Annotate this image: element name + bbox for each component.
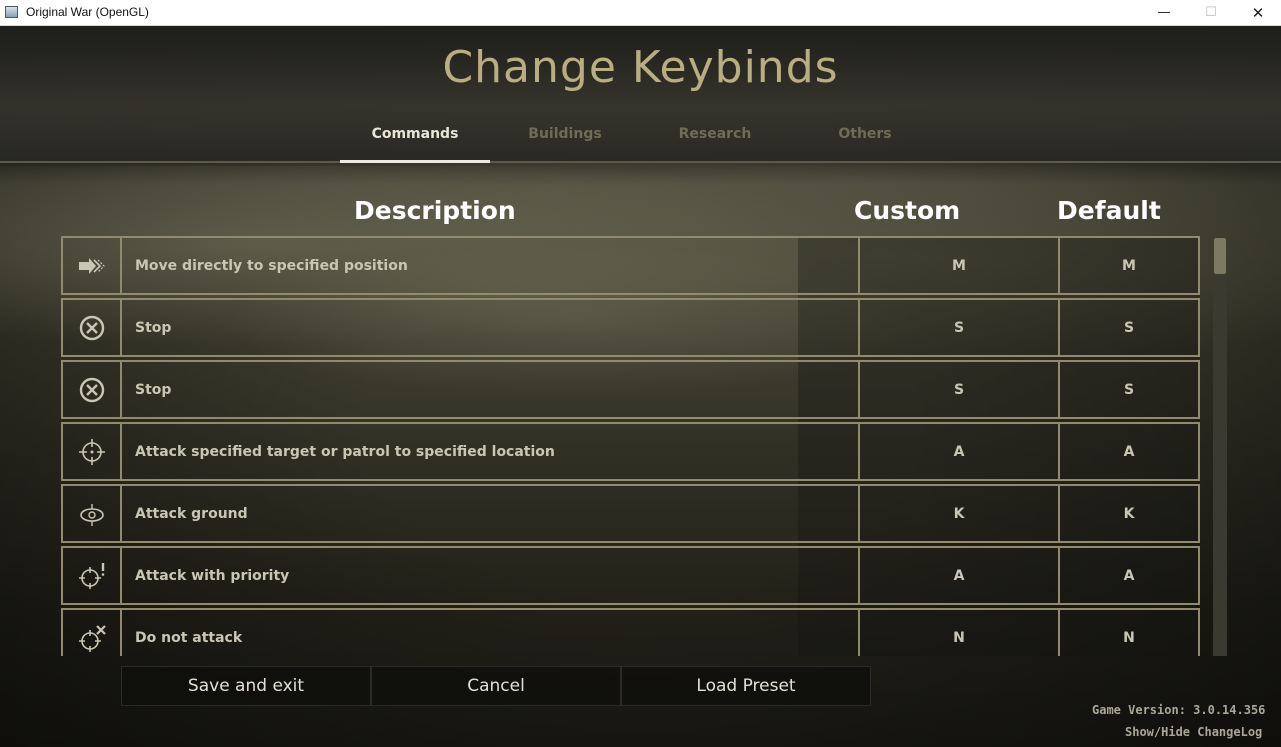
- table-row[interactable]: Attack with priority A A: [61, 546, 1200, 605]
- load-preset-button[interactable]: Load Preset: [621, 666, 871, 706]
- description-cell: Attack with priority: [120, 546, 860, 605]
- row-icon-cell: [61, 608, 122, 656]
- default-key-cell: S: [1058, 298, 1200, 357]
- custom-key: A: [953, 568, 965, 584]
- attack-priority-icon: [78, 562, 104, 589]
- custom-key-cell[interactable]: K: [858, 484, 1060, 543]
- table-row[interactable]: Stop S S: [61, 298, 1200, 357]
- table-row[interactable]: Do not attack N N: [61, 608, 1200, 656]
- default-key: N: [1123, 630, 1135, 646]
- description-cell: Move directly to specified position: [120, 236, 860, 295]
- row-description: Attack with priority: [135, 568, 290, 584]
- description-cell: Stop: [120, 360, 860, 419]
- custom-key: M: [952, 258, 966, 274]
- custom-key-cell[interactable]: S: [858, 360, 1060, 419]
- default-key: K: [1123, 506, 1135, 522]
- default-key: M: [1122, 258, 1136, 274]
- default-key: S: [1123, 382, 1135, 398]
- description-cell: Do not attack: [120, 608, 860, 656]
- custom-key: N: [953, 630, 965, 646]
- game-screen: Change Keybinds Commands Buildings Resea…: [0, 26, 1281, 747]
- default-key-cell: K: [1058, 484, 1200, 543]
- tab-research[interactable]: Research: [640, 126, 790, 142]
- row-description: Stop: [135, 382, 172, 398]
- page-title: Change Keybinds: [442, 42, 839, 93]
- tab-buildings[interactable]: Buildings: [490, 126, 640, 142]
- custom-key-cell[interactable]: A: [858, 422, 1060, 481]
- row-description: Stop: [135, 320, 172, 336]
- default-key-cell: A: [1058, 546, 1200, 605]
- game-version-label: Game Version: 3.0.14.356: [1092, 703, 1266, 717]
- table-row[interactable]: Attack ground K K: [61, 484, 1200, 543]
- default-key-cell: N: [1058, 608, 1200, 656]
- row-description: Attack ground: [135, 506, 248, 522]
- custom-key-cell[interactable]: M: [858, 236, 1060, 295]
- description-cell: Stop: [120, 298, 860, 357]
- list-scrollbar[interactable]: [1213, 236, 1227, 656]
- row-description: Do not attack: [135, 630, 243, 646]
- default-key-cell: S: [1058, 360, 1200, 419]
- row-description: Move directly to specified position: [135, 258, 408, 274]
- default-key: A: [1123, 444, 1135, 460]
- row-icon-cell: [61, 546, 122, 605]
- table-row[interactable]: Move directly to specified position M M: [61, 236, 1200, 295]
- row-description: Attack specified target or patrol to spe…: [135, 444, 555, 460]
- stop-icon: [79, 377, 104, 402]
- custom-column-header: Custom: [854, 196, 961, 225]
- default-key: A: [1123, 568, 1135, 584]
- custom-key: S: [953, 382, 965, 398]
- row-icon-cell: [61, 484, 122, 543]
- window-title: Original War (OpenGL): [26, 5, 149, 19]
- default-key-cell: M: [1058, 236, 1200, 295]
- default-key: S: [1123, 320, 1135, 336]
- app-icon: [5, 6, 18, 18]
- custom-key-cell[interactable]: N: [858, 608, 1060, 656]
- custom-key-cell[interactable]: S: [858, 298, 1060, 357]
- row-icon-cell: [61, 236, 122, 295]
- default-key-cell: A: [1058, 422, 1200, 481]
- keybind-list: Move directly to specified position M M …: [61, 236, 1201, 656]
- table-row[interactable]: Attack specified target or patrol to spe…: [61, 422, 1200, 481]
- save-and-exit-button[interactable]: Save and exit: [121, 666, 371, 706]
- changelog-toggle[interactable]: Show/Hide ChangeLog: [1125, 725, 1262, 739]
- tab-others[interactable]: Others: [790, 126, 940, 142]
- description-cell: Attack ground: [120, 484, 860, 543]
- description-column-header: Description: [354, 196, 516, 225]
- custom-key-cell[interactable]: A: [858, 546, 1060, 605]
- description-cell: Attack specified target or patrol to spe…: [120, 422, 860, 481]
- close-button[interactable]: ✕: [1235, 0, 1281, 26]
- row-icon-cell: [61, 360, 122, 419]
- default-column-header: Default: [1057, 196, 1161, 225]
- attack-ground-icon: [79, 503, 104, 526]
- custom-key: S: [953, 320, 965, 336]
- cancel-button[interactable]: Cancel: [371, 666, 621, 706]
- maximize-button[interactable]: ☐: [1188, 0, 1234, 26]
- tab-commands[interactable]: Commands: [340, 126, 490, 142]
- minimize-button[interactable]: —: [1141, 0, 1187, 26]
- custom-key: A: [953, 444, 965, 460]
- window-titlebar: Original War (OpenGL) — ☐ ✕: [0, 0, 1281, 26]
- move-direct-icon: [78, 257, 105, 274]
- table-row[interactable]: Stop S S: [61, 360, 1200, 419]
- do-not-attack-icon: [78, 624, 106, 652]
- scrollbar-thumb[interactable]: [1214, 238, 1226, 274]
- row-icon-cell: [61, 422, 122, 481]
- stop-icon: [79, 315, 104, 340]
- active-tab-indicator: [340, 160, 490, 163]
- row-icon-cell: [61, 298, 122, 357]
- custom-key: K: [953, 506, 965, 522]
- crosshair-icon: [78, 438, 105, 465]
